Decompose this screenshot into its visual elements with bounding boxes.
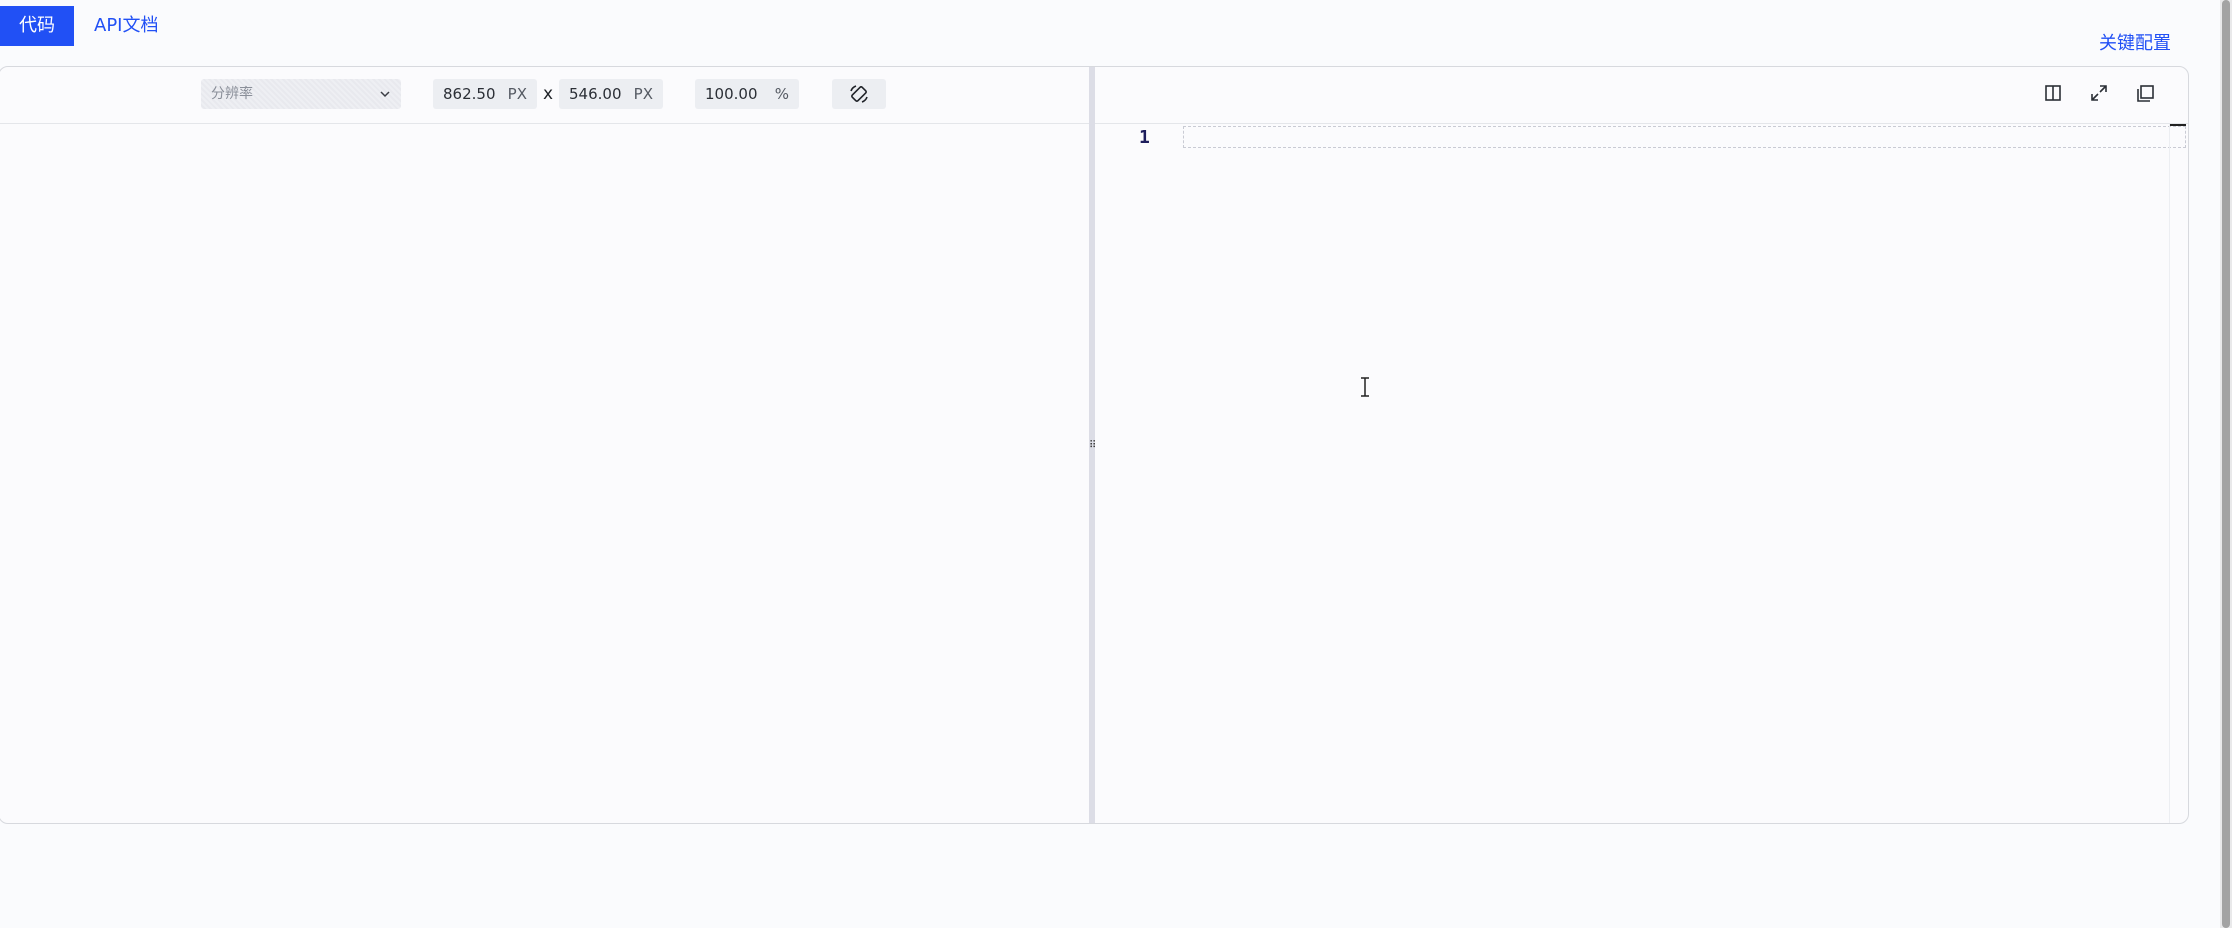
page-scroll-thumb[interactable]	[2222, 0, 2230, 928]
line-number: 1	[1139, 127, 1150, 148]
zoom-unit: %	[774, 85, 789, 103]
chevron-down-icon	[380, 91, 390, 98]
editor-scrollbar[interactable]	[2169, 124, 2188, 823]
dimension-separator: x	[543, 84, 554, 104]
zoom-input[interactable]: 100.00 %	[695, 79, 799, 109]
height-value: 546.00	[569, 85, 622, 103]
page-scrollbar[interactable]	[2220, 0, 2232, 928]
resolution-placeholder: 分辨率	[211, 86, 253, 102]
code-editor[interactable]: 1	[1095, 123, 2188, 823]
text-cursor-icon	[1361, 377, 1369, 397]
key-config-link[interactable]: 关键配置	[2099, 32, 2171, 56]
rotate-device-icon	[850, 85, 868, 103]
tab-code[interactable]: 代码	[0, 6, 74, 46]
workspace-frame: 分辨率 862.50 PX x 546.00 PX 100.00 % ⠿ 1	[0, 66, 2189, 824]
scrollbar-cursor-marker	[2170, 124, 2186, 126]
code-pane: 1	[1095, 67, 2188, 823]
editor-toolbar	[1095, 67, 2188, 123]
preview-pane: 分辨率 862.50 PX x 546.00 PX 100.00 %	[0, 67, 1089, 823]
copy-icon[interactable]	[2133, 81, 2157, 105]
split-view-icon[interactable]	[2041, 81, 2065, 105]
zoom-value: 100.00	[705, 85, 758, 103]
width-value: 862.50	[443, 85, 496, 103]
rotate-button[interactable]	[832, 79, 886, 109]
current-line-highlight[interactable]	[1183, 126, 2186, 148]
width-unit: PX	[507, 85, 527, 103]
tab-api-docs[interactable]: API文档	[76, 6, 176, 46]
height-unit: PX	[633, 85, 653, 103]
resolution-select[interactable]: 分辨率	[201, 79, 401, 109]
page: 代码 API文档 关键配置 分辨率 862.50 PX x 546.00 PX …	[0, 0, 2232, 928]
height-input[interactable]: 546.00 PX	[559, 79, 663, 109]
expand-icon[interactable]	[2087, 81, 2111, 105]
width-input[interactable]: 862.50 PX	[433, 79, 537, 109]
preview-toolbar: 分辨率 862.50 PX x 546.00 PX 100.00 %	[0, 67, 1089, 124]
